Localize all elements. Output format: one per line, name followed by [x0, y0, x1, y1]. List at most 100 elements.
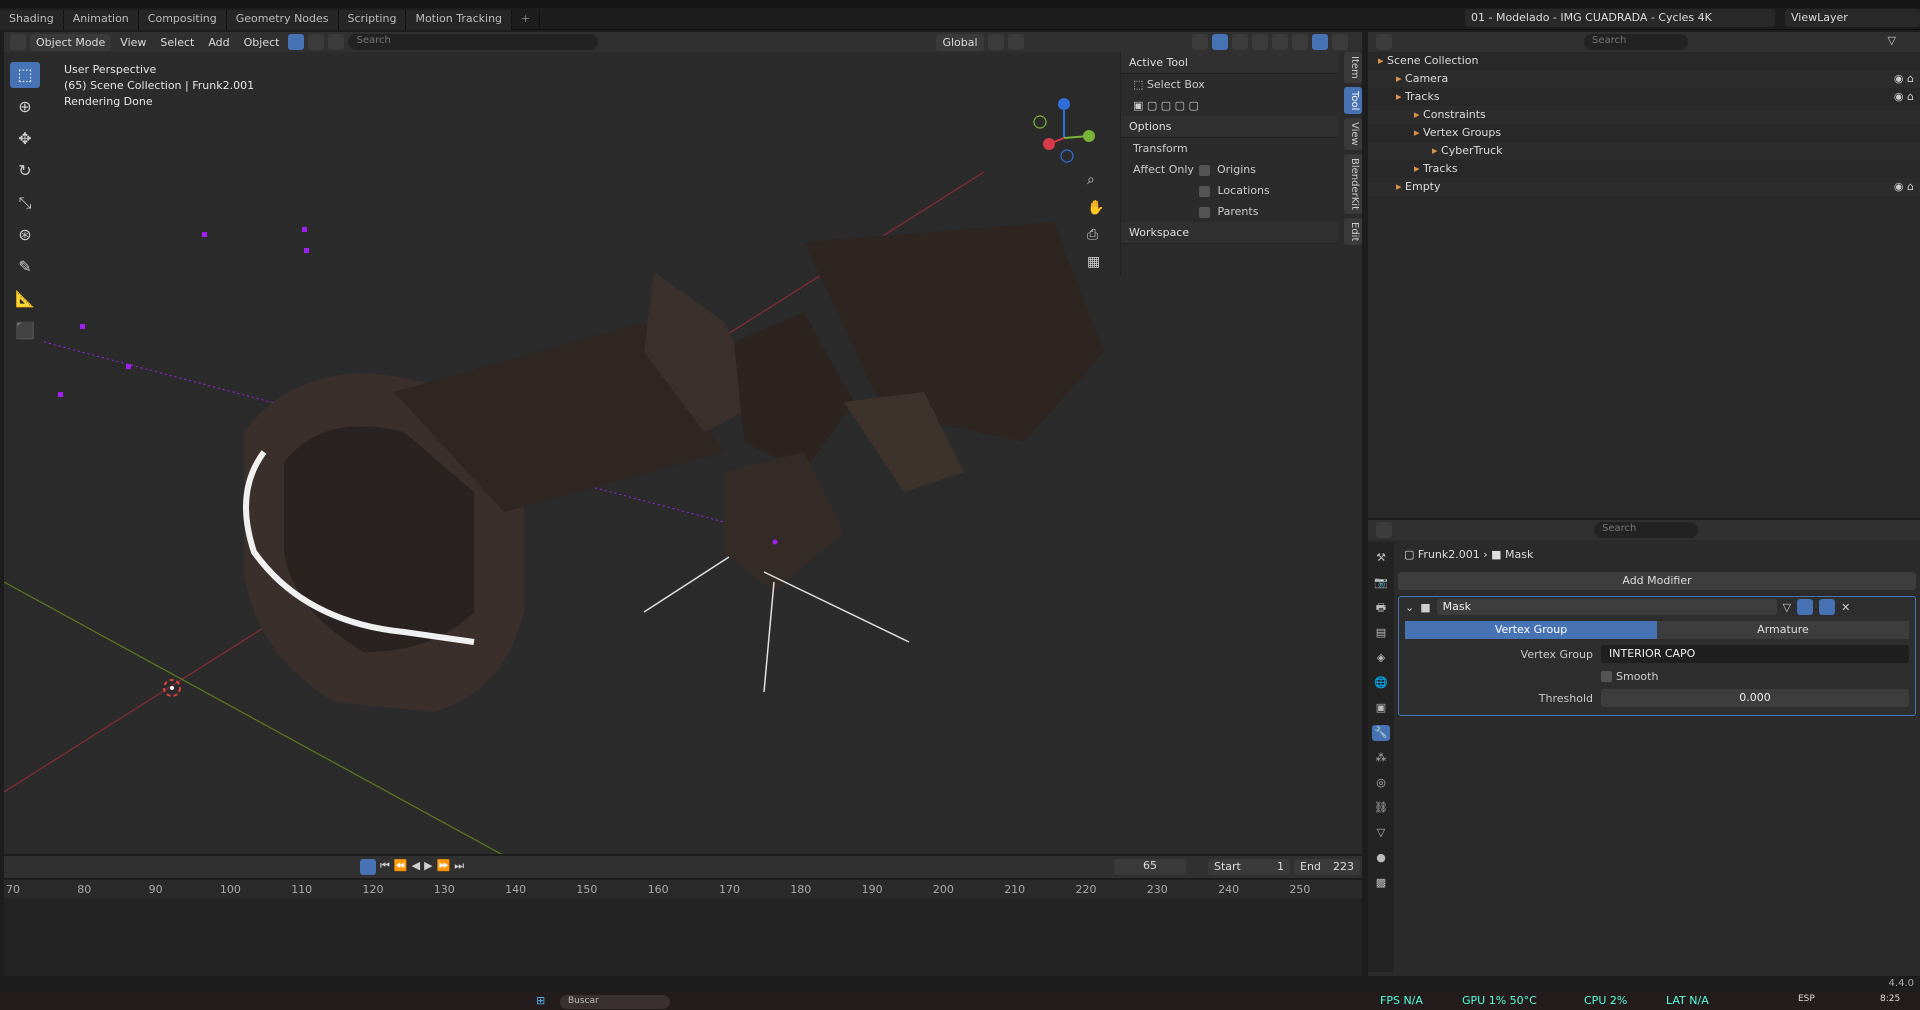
transform-orientation-selector[interactable]: Global	[936, 33, 984, 51]
measure-icon[interactable]: 📐	[10, 286, 40, 312]
constraints-tab-icon[interactable]: ⛓	[1372, 800, 1390, 816]
pause-render-icon[interactable]	[1331, 34, 1348, 50]
overlays-icon[interactable]	[1211, 34, 1228, 50]
mode-vertex-group[interactable]: Vertex Group	[1405, 621, 1657, 639]
current-frame-field[interactable]: 65	[1114, 859, 1186, 875]
modifier-name-field[interactable]: Mask	[1436, 599, 1777, 615]
add-modifier-button[interactable]: Add Modifier	[1398, 572, 1916, 590]
pivot-icon[interactable]	[987, 34, 1004, 50]
viewport-search-input[interactable]: Search	[348, 34, 599, 50]
particles-tab-icon[interactable]: ⁂	[1372, 750, 1390, 766]
record-icon[interactable]	[360, 859, 376, 875]
tab-animation[interactable]: Animation	[63, 10, 139, 30]
xray-icon[interactable]	[1231, 34, 1248, 50]
select-mode-buttons[interactable]: ▣ ▢ ▢ ▢ ▢	[1121, 95, 1338, 116]
threshold-field[interactable]: 0.000	[1601, 689, 1909, 707]
menu-view[interactable]: View	[115, 34, 151, 51]
material-tab-icon[interactable]: ●	[1372, 850, 1390, 866]
outliner-row[interactable]: ▸ Tracks ◉ ⌂	[1368, 88, 1920, 106]
prev-keyframe-icon[interactable]: ⏪	[394, 859, 408, 875]
tab-shading[interactable]: Shading	[0, 10, 64, 30]
properties-editor-icon[interactable]	[1376, 522, 1392, 538]
view-layer-tab-icon[interactable]: ▤	[1372, 625, 1390, 641]
outliner-search-input[interactable]: Search	[1584, 34, 1688, 50]
object-type-visibility-icon[interactable]	[288, 34, 305, 50]
tab-geometry-nodes[interactable]: Geometry Nodes	[226, 10, 339, 30]
select-mode-icon[interactable]	[308, 34, 325, 50]
end-frame-field[interactable]: End 223	[1294, 859, 1360, 875]
timeline[interactable]: 70 80 90 100 110 120 130 140 150 160 170 180 190 200 2…	[4, 880, 1362, 976]
origins-checkbox[interactable]	[1198, 164, 1210, 176]
play-icon[interactable]: ▶	[424, 859, 432, 875]
tab-motion-tracking[interactable]: Motion Tracking	[406, 10, 513, 30]
jump-start-icon[interactable]: ⏮	[380, 859, 390, 875]
active-tool-row[interactable]: ⬚ Select Box	[1121, 74, 1338, 95]
menu-select[interactable]: Select	[155, 34, 199, 51]
select-box-icon[interactable]: ⬚	[10, 62, 40, 88]
transform-icon[interactable]: ⊛	[10, 222, 40, 248]
gizmo-icon[interactable]	[1191, 34, 1208, 50]
realtime-toggle-icon[interactable]	[1797, 599, 1814, 615]
properties-search-input[interactable]: Search	[1594, 522, 1698, 538]
add-cube-icon[interactable]: ⬛	[10, 318, 40, 344]
outliner-row[interactable]: ▸ CyberTruck	[1368, 142, 1920, 160]
outliner-row[interactable]: ▸ Constraints	[1368, 106, 1920, 124]
workspace-header[interactable]: Workspace	[1121, 222, 1338, 244]
annotate-icon[interactable]: ✎	[10, 254, 40, 280]
chevron-down-icon[interactable]: ⌄	[1405, 601, 1414, 614]
parents-checkbox[interactable]	[1199, 206, 1210, 218]
tab-scripting[interactable]: Scripting	[338, 10, 407, 30]
outliner-editor-icon[interactable]	[1376, 34, 1392, 50]
menu-add[interactable]: Add	[203, 34, 234, 51]
output-tab-icon[interactable]: 🖶	[1372, 600, 1390, 616]
texture-tab-icon[interactable]: ▩	[1372, 875, 1390, 891]
taskbar-search-input[interactable]: Buscar	[560, 995, 670, 1009]
visibility-toggle-icon[interactable]: ◉ ⌂	[1894, 88, 1914, 106]
rotate-icon[interactable]: ↻	[10, 158, 40, 184]
scene-tab-icon[interactable]: ◈	[1372, 650, 1390, 666]
options-header[interactable]: Options	[1121, 116, 1338, 138]
visibility-toggle-icon[interactable]: ◉ ⌂	[1894, 178, 1914, 196]
active-tool-header[interactable]: Active Tool	[1121, 52, 1338, 74]
tab-edit[interactable]: Edit	[1344, 217, 1362, 246]
wireframe-shading-icon[interactable]	[1251, 34, 1268, 50]
move-icon[interactable]: ✥	[10, 126, 40, 152]
filter-icon[interactable]: ▽	[1888, 34, 1896, 47]
data-tab-icon[interactable]: ▽	[1372, 825, 1390, 841]
view-layer-selector[interactable]: ViewLayer	[1785, 9, 1920, 27]
outliner-row[interactable]: ▸ Tracks	[1368, 160, 1920, 178]
smooth-checkbox[interactable]	[1601, 670, 1612, 682]
editmode-toggle-icon[interactable]: ▽	[1783, 601, 1791, 614]
tool-tab-icon[interactable]: ⚒	[1372, 550, 1390, 566]
world-tab-icon[interactable]: 🌐	[1372, 675, 1390, 691]
3d-viewport[interactable]: Object Mode View Select Add Object Searc…	[4, 32, 1362, 854]
visibility-toggle-icon[interactable]: ◉ ⌂	[1894, 70, 1914, 88]
frame-ruler[interactable]: 70 80 90 100 110 120 130 140 150 160 170 180 190 200 2…	[4, 880, 1362, 898]
outliner-row[interactable]: ▸ Scene Collection	[1368, 52, 1920, 70]
mode-armature[interactable]: Armature	[1657, 621, 1909, 639]
outliner-row[interactable]: ▸ Vertex Groups	[1368, 124, 1920, 142]
tab-item[interactable]: Item	[1344, 52, 1362, 83]
rendered-shading-icon[interactable]	[1311, 34, 1328, 50]
render-toggle-icon[interactable]	[1819, 599, 1836, 615]
modifier-tab-icon[interactable]: 🔧	[1372, 725, 1390, 741]
scene-selector[interactable]: 01 - Modelado - IMG CUADRADA - Cycles 4K	[1465, 9, 1775, 27]
tab-blenderkit[interactable]: BlenderKit	[1344, 153, 1362, 214]
outliner-row[interactable]: ▸ Camera ◉ ⌂	[1368, 70, 1920, 88]
object-tab-icon[interactable]: ▣	[1372, 700, 1390, 716]
tab-tool[interactable]: Tool	[1344, 86, 1362, 115]
close-icon[interactable]: ✕	[1841, 601, 1850, 614]
solid-shading-icon[interactable]	[1271, 34, 1288, 50]
play-reverse-icon[interactable]: ◀	[412, 859, 420, 875]
outliner-row[interactable]: ▸ Empty ◉ ⌂	[1368, 178, 1920, 196]
add-workspace-button[interactable]: +	[512, 10, 541, 30]
cursor-icon[interactable]: ⊕	[10, 94, 40, 120]
scale-icon[interactable]: ⤡	[10, 190, 40, 216]
start-icon[interactable]: ⊞	[536, 994, 545, 1007]
mode-selector[interactable]: Object Mode	[30, 33, 112, 51]
start-frame-field[interactable]: Start 1	[1208, 859, 1290, 875]
editor-type-icon[interactable]	[10, 34, 26, 50]
proportional-edit-icon[interactable]	[1007, 34, 1024, 50]
next-keyframe-icon[interactable]: ⏩	[437, 859, 451, 875]
menu-object[interactable]: Object	[239, 34, 285, 51]
